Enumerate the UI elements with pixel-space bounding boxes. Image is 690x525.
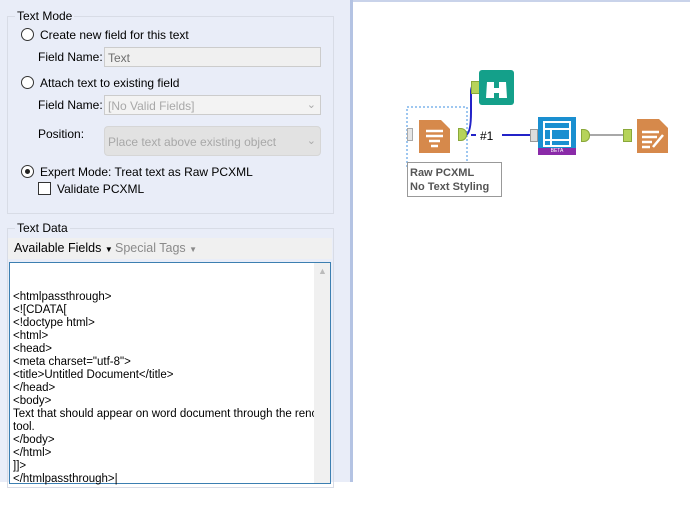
special-tags-dropdown[interactable]: Special Tags ▼ <box>115 241 197 255</box>
field-name-label: Field Name: <box>38 50 103 64</box>
chevron-down-icon: ⌄ <box>306 135 316 147</box>
existing-field-name-label: Field Name: <box>38 98 103 112</box>
annotation-line-1: Raw PCXML <box>410 167 475 179</box>
text-data-editor[interactable]: <htmlpassthrough> <![CDATA[ <!doctype ht… <box>9 262 331 485</box>
workflow-canvas[interactable]: #1 BETA Raw PCXML No Text Styling <box>353 0 690 482</box>
attach-existing-label: Attach text to existing field <box>40 76 180 90</box>
scroll-up-icon[interactable]: ▲ <box>318 265 327 278</box>
existing-field-select[interactable]: [No Valid Fields] ⌄ <box>104 95 321 115</box>
editor-scrollbar[interactable]: ▲ <box>314 263 330 483</box>
beta-badge: BETA <box>538 148 576 155</box>
create-new-field-label: Create new field for this text <box>40 28 189 42</box>
browse-tool[interactable] <box>479 70 514 105</box>
position-select[interactable]: Place text above existing object ⌄ <box>104 126 321 156</box>
special-tags-label: Special Tags <box>115 241 186 255</box>
available-fields-label: Available Fields <box>14 241 102 255</box>
annotation-line-2: No Text Styling <box>410 181 490 193</box>
render-icon <box>637 119 668 153</box>
text-mode-title: Text Mode <box>15 9 75 23</box>
create-new-field-radio[interactable] <box>21 28 34 41</box>
text-tool-input-anchor[interactable] <box>407 128 413 141</box>
validate-pcxml-label: Validate PCXML <box>57 182 145 196</box>
text-data-title: Text Data <box>15 221 70 235</box>
layout-tool[interactable]: BETA <box>538 117 576 155</box>
binoculars-icon <box>486 82 507 98</box>
connection-label: #1 <box>480 129 494 143</box>
report-text-tool[interactable] <box>417 118 452 155</box>
editor-content: <htmlpassthrough> <![CDATA[ <!doctype ht… <box>13 291 328 485</box>
existing-field-value: [No Valid Fields] <box>108 99 195 113</box>
position-value: Place text above existing object <box>108 135 277 149</box>
caret-down-icon: ▼ <box>189 245 198 254</box>
render-tool[interactable] <box>635 116 670 156</box>
connections <box>406 83 623 168</box>
text-data-toolbar: Available Fields ▼ Special Tags ▼ <box>8 238 332 259</box>
configuration-panel: Text Mode Create new field for this text… <box>0 0 350 488</box>
expert-mode-radio[interactable] <box>21 165 34 178</box>
expert-mode-label: Expert Mode: Treat text as Raw PCXML <box>40 165 253 179</box>
caret-down-icon: ▼ <box>104 245 113 254</box>
available-fields-dropdown[interactable]: Available Fields ▼ <box>14 241 113 255</box>
position-label: Position: <box>38 127 85 141</box>
annotation-box: Raw PCXML No Text Styling <box>407 162 502 197</box>
attach-existing-radio[interactable] <box>21 76 34 89</box>
field-name-input[interactable]: Text <box>104 47 321 67</box>
validate-pcxml-checkbox[interactable] <box>38 182 51 195</box>
report-text-icon <box>419 120 450 153</box>
chevron-down-icon: ⌄ <box>306 99 316 111</box>
render-input-anchor[interactable] <box>623 129 632 142</box>
layout-input-anchor[interactable] <box>530 129 538 142</box>
